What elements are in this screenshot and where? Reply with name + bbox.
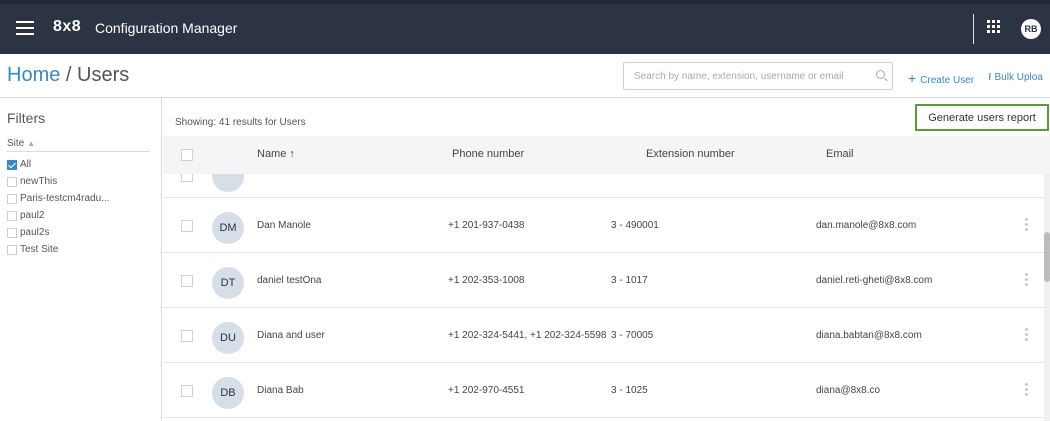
upload-icon: ⭱ — [988, 72, 992, 83]
email: daniel.reti-gheti@8x8.com — [816, 275, 933, 286]
phone-number: +1 202-970-4551 — [448, 385, 525, 396]
more-options-icon[interactable] — [1025, 273, 1028, 287]
extension-number: 3 - 1025 — [611, 385, 648, 396]
table-row-partial[interactable] — [163, 174, 1050, 198]
more-options-icon[interactable] — [1025, 383, 1028, 397]
create-user-link[interactable]: + Create User — [908, 70, 974, 86]
table-row[interactable]: DB Diana Bab +1 202-970-4551 3 - 1025 di… — [163, 363, 1050, 418]
top-divider — [973, 14, 974, 44]
top-bar: 8x8 Configuration Manager RB — [0, 0, 1050, 54]
site-option-label: newThis — [20, 176, 58, 187]
site-option-label: paul2 — [20, 210, 45, 221]
bulk-upload-label: Bulk Uploa — [994, 72, 1043, 83]
column-header-name[interactable]: Name ↑ — [257, 148, 295, 160]
more-options-icon[interactable] — [1025, 218, 1028, 232]
avatar: DB — [212, 377, 244, 409]
caret-up-icon: ▲ — [27, 139, 36, 148]
extension-number: 3 - 70005 — [611, 330, 654, 341]
app-title: Configuration Manager — [95, 20, 238, 36]
scrollbar-thumb[interactable] — [1044, 232, 1050, 282]
phone-number: +1 201-937-0438 — [448, 220, 525, 231]
page-header: Home / Users +Create User ⭱Bulk Uploa — [0, 54, 1050, 98]
row-checkbox[interactable] — [181, 385, 193, 397]
column-header-extension: Extension number — [646, 148, 735, 160]
email: dan.manole@8x8.com — [816, 220, 917, 231]
search-icon[interactable] — [876, 70, 885, 79]
site-filter-header[interactable]: Site ▲ — [7, 138, 35, 149]
email: diana@8x8.co — [816, 385, 881, 396]
table-row[interactable]: DM Dan Manole +1 201-937-0438 3 - 490001… — [163, 198, 1050, 253]
search-box[interactable] — [623, 62, 893, 90]
site-checkbox-paul2[interactable] — [7, 211, 17, 221]
row-checkbox[interactable] — [181, 174, 193, 182]
row-checkbox[interactable] — [181, 275, 193, 287]
table-row[interactable]: DU Diana and user +1 202-324-5441, +1 20… — [163, 308, 1050, 363]
table-row[interactable]: DT daniel testOna +1 202-353-1008 3 - 10… — [163, 253, 1050, 308]
breadcrumb-separator: / — [60, 64, 78, 86]
avatar: DM — [212, 212, 244, 244]
email: diana.babtan@8x8.com — [816, 330, 922, 341]
divider — [7, 151, 150, 152]
bulk-upload-link[interactable]: ⭱ Bulk Uploa — [988, 70, 1043, 87]
select-all-checkbox[interactable] — [181, 149, 193, 161]
site-checkbox-all[interactable] — [7, 160, 17, 170]
user-name[interactable]: Dan Manole — [257, 220, 311, 231]
site-checkbox-newthis[interactable] — [7, 177, 17, 187]
filters-title: Filters — [7, 110, 46, 126]
user-avatar[interactable]: RB — [1021, 19, 1041, 39]
breadcrumb: Home / Users — [7, 64, 129, 87]
column-header-email: Email — [826, 148, 854, 160]
row-checkbox[interactable] — [181, 220, 193, 232]
phone-number: +1 202-353-1008 — [448, 275, 525, 286]
site-option-label: Test Site — [20, 244, 59, 255]
user-name[interactable]: daniel testOna — [257, 275, 322, 286]
results-count: Showing: 41 results for Users — [175, 117, 306, 128]
more-options-icon[interactable] — [1025, 328, 1028, 342]
site-checkbox-paul2s[interactable] — [7, 228, 17, 238]
column-header-phone: Phone number — [452, 148, 525, 160]
brand-logo[interactable]: 8x8 — [53, 18, 81, 36]
app-grid-icon[interactable] — [987, 20, 1001, 34]
user-name[interactable]: Diana Bab — [257, 385, 304, 396]
plus-icon: + — [908, 70, 917, 86]
avatar — [212, 174, 244, 192]
row-checkbox[interactable] — [181, 330, 193, 342]
site-option-label: paul2s — [20, 227, 50, 238]
table-scrollbar[interactable] — [1044, 174, 1050, 421]
table-header: Name ↑ Phone number Extension number Ema… — [163, 136, 1050, 174]
extension-number: 3 - 490001 — [611, 220, 659, 231]
user-name[interactable]: Diana and user — [257, 330, 325, 341]
avatar: DU — [212, 322, 244, 354]
site-option-label: Paris-testcm4radu... — [20, 193, 110, 204]
breadcrumb-current: Users — [77, 64, 130, 86]
extension-number: 3 - 1017 — [611, 275, 648, 286]
create-user-label: Create User — [920, 75, 975, 86]
site-checkbox-paris[interactable] — [7, 194, 17, 204]
hamburger-menu-icon[interactable] — [16, 21, 34, 35]
generate-users-report-button[interactable]: Generate users report — [915, 104, 1049, 131]
search-input[interactable] — [624, 63, 864, 89]
breadcrumb-home-link[interactable]: Home — [7, 64, 60, 86]
phone-number: +1 202-324-5441, +1 202-324-5598 — [448, 330, 607, 341]
filters-panel: Filters Site ▲ All newThis Paris-testcm4r… — [0, 98, 162, 421]
avatar: DT — [212, 267, 244, 299]
site-label: Site — [7, 138, 25, 149]
site-checkbox-test-site[interactable] — [7, 245, 17, 255]
site-option-label: All — [20, 159, 32, 170]
